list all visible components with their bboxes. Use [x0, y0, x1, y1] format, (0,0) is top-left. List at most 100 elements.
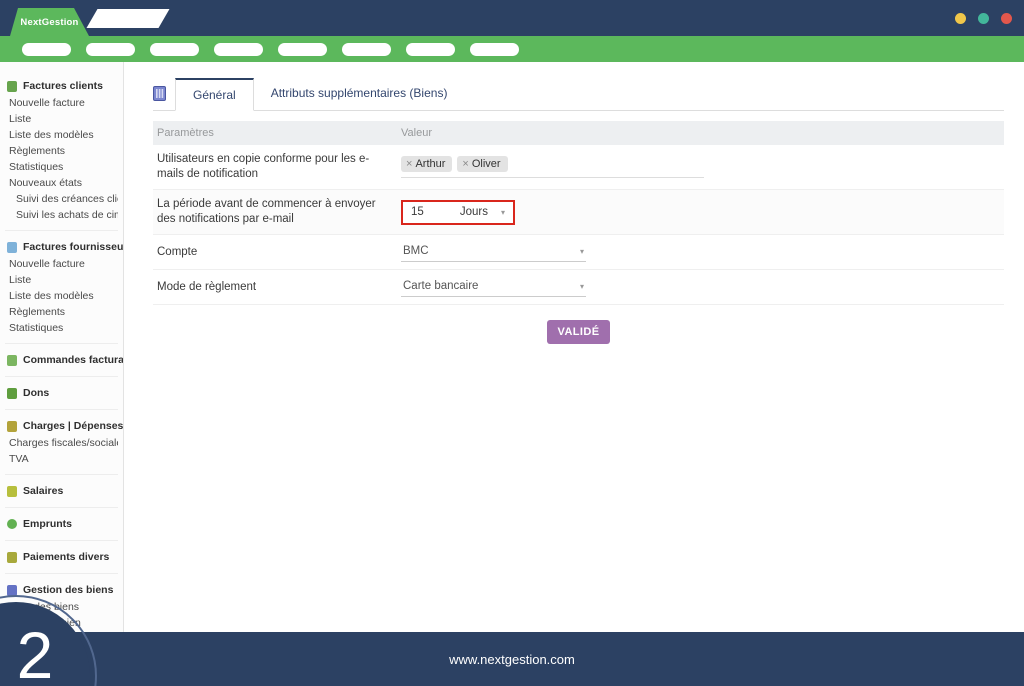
assets-icon [7, 584, 17, 596]
tab-g-n-ral[interactable]: Général [175, 78, 254, 111]
select-value: BMC [403, 245, 429, 257]
sidebar-section-dons: Dons [5, 376, 118, 409]
sidebar-header-factures-clients[interactable]: Factures clients [5, 77, 118, 95]
window-dot-yellow[interactable] [955, 13, 966, 24]
sidebar-item-charges-fiscales-sociales[interactable]: Charges fiscales/sociales [5, 435, 118, 451]
sidebar-header-paiements-divers[interactable]: Paiements divers [5, 548, 118, 566]
param-label-account: Compte [157, 245, 198, 258]
sidebar-item-r-glements[interactable]: Règlements [5, 304, 118, 320]
sidebar-header-label: Paiements divers [23, 551, 110, 563]
param-label-cc-users: Utilisateurs en copie conforme pour les … [157, 153, 370, 180]
nav-pill[interactable] [278, 42, 327, 56]
sidebar-header-label: Gestion des biens [23, 584, 114, 596]
sidebar-header-label: Factures clients [23, 80, 103, 92]
chevron-down-icon: ▾ [579, 246, 584, 256]
window-dot-red[interactable] [1001, 13, 1012, 24]
sidebar-item-liste-des-mod-les[interactable]: Liste des modèles [5, 288, 118, 304]
sidebar-item-suivi-les-achats-de-cim[interactable]: Suivi les achats de cim… [5, 207, 118, 223]
params-table: Paramètres Valeur Utilisateurs en copie … [153, 121, 1004, 305]
sidebar-header-commandes-factura[interactable]: Commandes factura… [5, 351, 123, 369]
main-panel: Général Attributs supplémentaires (Biens)… [124, 62, 1024, 632]
nav-pill[interactable] [470, 42, 519, 56]
chevron-down-icon: ▾ [579, 281, 584, 291]
param-label-payment-method: Mode de règlement [157, 280, 257, 293]
param-row-account: Compte BMC ▾ [153, 235, 1004, 270]
assets-tab-icon [153, 85, 166, 101]
sidebar-section-emprunts: Emprunts [5, 507, 118, 540]
nav-pill-bar [0, 36, 1024, 62]
remove-tag-icon[interactable]: × [406, 158, 412, 170]
sidebar-header-label: Salaires [23, 485, 64, 497]
footer: www.nextgestion.com [0, 632, 1024, 686]
sidebar-item-nouvelle-facture[interactable]: Nouvelle facture [5, 256, 118, 272]
sidebar-header-salaires[interactable]: Salaires [5, 482, 118, 500]
param-row-notification-period: La période avant de commencer à envoyer … [153, 190, 1004, 235]
sidebar-header-dons[interactable]: Dons [5, 384, 118, 402]
loans-icon [7, 519, 17, 529]
tag-chip[interactable]: × Arthur [401, 156, 453, 172]
sidebar-header-label: Emprunts [23, 518, 73, 530]
column-header-valeur: Valeur [401, 127, 432, 139]
app-window: NextGestion Factures clients Nouvelle fac… [0, 0, 1024, 686]
sidebar-header-label: Factures fournisseur [23, 241, 124, 253]
tag-label: Arthur [415, 158, 446, 170]
payment-method-select[interactable]: Carte bancaire ▾ [401, 277, 586, 297]
sidebar-nav: Factures clients Nouvelle facture Liste Lis… [0, 62, 124, 632]
param-label-notification-period: La période avant de commencer à envoyer … [157, 198, 376, 225]
supplier-invoices-icon [7, 241, 17, 253]
client-invoices-icon [7, 80, 17, 92]
param-row-cc-users: Utilisateurs en copie conforme pour les … [153, 145, 1004, 190]
sidebar-header-label: Charges | Dépenses… [23, 420, 124, 432]
tab-attributs-suppl-mentaires-biens[interactable]: Attributs supplémentaires (Biens) [254, 78, 465, 110]
params-table-body: Utilisateurs en copie conforme pour les … [153, 145, 1004, 305]
tag-chip[interactable]: × Oliver [457, 156, 508, 172]
sidebar-section-factures-clients: Factures clients Nouvelle facture Liste Lis… [5, 74, 118, 230]
notification-period-input[interactable]: 15 Jours ▾ [401, 199, 515, 225]
sidebar-header-emprunts[interactable]: Emprunts [5, 515, 118, 533]
param-value-cc-users: × Arthur × Oliver [401, 156, 1004, 178]
nav-pill[interactable] [150, 42, 199, 56]
nav-pill[interactable] [22, 42, 71, 56]
sidebar-item-liste-des-mod-les[interactable]: Liste des modèles [5, 127, 118, 143]
tag-label: Oliver [471, 158, 501, 170]
window-dot-teal[interactable] [978, 13, 989, 24]
unit-value: Jours [459, 206, 488, 218]
sidebar-section-paiements-divers: Paiements divers [5, 540, 118, 573]
tab-bar: Général Attributs supplémentaires (Biens) [153, 78, 1004, 111]
sidebar-item-liste[interactable]: Liste [5, 272, 118, 288]
nav-pill[interactable] [214, 42, 263, 56]
sidebar-item-liste[interactable]: Liste [5, 111, 118, 127]
content-layout: Factures clients Nouvelle facture Liste Lis… [0, 62, 1024, 632]
footer-url: www.nextgestion.com [449, 651, 575, 667]
cc-users-tag-input[interactable]: × Arthur × Oliver [401, 156, 704, 178]
remove-tag-icon[interactable]: × [462, 158, 468, 170]
column-header-parametres: Paramètres [157, 127, 214, 139]
page-number: 2 [16, 618, 54, 686]
sidebar-item-statistiques[interactable]: Statistiques [5, 320, 118, 336]
account-select[interactable]: BMC ▾ [401, 242, 586, 262]
sidebar-section-salaires: Salaires [5, 474, 118, 507]
sidebar-item-r-glements[interactable]: Règlements [5, 143, 118, 159]
orders-icon [7, 354, 17, 366]
donations-icon [7, 387, 17, 399]
sidebar-item-nouveaux-tats[interactable]: Nouveaux états [5, 175, 118, 191]
number-value: 15 [411, 206, 424, 218]
top-bar: NextGestion [0, 0, 1024, 36]
brand-logo-tab[interactable]: NextGestion [10, 8, 89, 36]
sidebar-item-tva[interactable]: TVA [5, 451, 118, 467]
sidebar-item-statistiques[interactable]: Statistiques [5, 159, 118, 175]
sidebar-item-nouvelle-facture[interactable]: Nouvelle facture [5, 95, 118, 111]
nav-pill[interactable] [406, 42, 455, 56]
sidebar-header-label: Commandes factura… [23, 354, 124, 366]
validate-button[interactable]: VALIDÉ [546, 320, 611, 344]
param-value-account: BMC ▾ [401, 242, 1004, 262]
select-value: Carte bancaire [403, 280, 479, 292]
sidebar-header-charges-d-penses[interactable]: Charges | Dépenses… [5, 417, 123, 435]
nav-pill[interactable] [86, 42, 135, 56]
sidebar-item-suivi-des-cr-ances-client[interactable]: Suivi des créances client [5, 191, 118, 207]
nav-pill[interactable] [342, 42, 391, 56]
sidebar-header-factures-fournisseur[interactable]: Factures fournisseur [5, 238, 123, 256]
params-table-header: Paramètres Valeur [153, 121, 1004, 145]
window-dots [955, 13, 1012, 24]
salaries-icon [7, 485, 17, 497]
